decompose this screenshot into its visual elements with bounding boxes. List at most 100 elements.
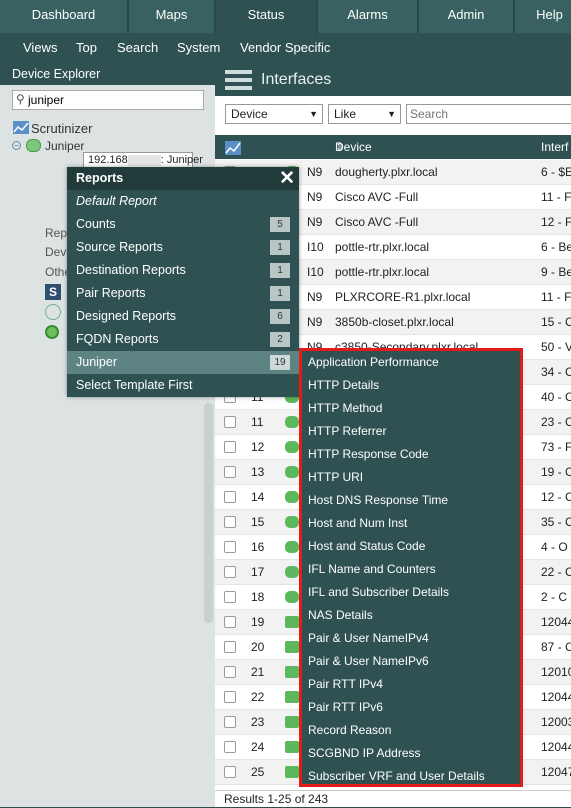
row-interface[interactable]: 12044 xyxy=(541,735,571,760)
tab-dashboard[interactable]: Dashboard xyxy=(0,0,128,33)
col-interface[interactable]: Interf xyxy=(541,135,568,159)
row-interface[interactable]: 12047 xyxy=(541,760,571,785)
close-icon[interactable]: ✕ xyxy=(279,167,295,190)
row-interface[interactable]: 73 - F xyxy=(541,435,571,460)
device-search-input[interactable] xyxy=(28,92,198,108)
row-checkbox[interactable] xyxy=(224,741,236,753)
row-device[interactable]: dougherty.plxr.local xyxy=(335,160,438,185)
juniper-report-item[interactable]: HTTP URI xyxy=(308,466,363,489)
row-device[interactable]: 3850b-closet.plxr.local xyxy=(335,310,454,335)
reports-menu-item[interactable]: Select Template First xyxy=(67,374,299,397)
row-checkbox[interactable] xyxy=(224,766,236,778)
juniper-report-item[interactable]: NAS Details xyxy=(308,604,373,627)
row-checkbox[interactable] xyxy=(224,591,236,603)
row-interface[interactable]: 40 - C xyxy=(541,385,571,410)
row-interface[interactable]: 11 - F xyxy=(541,185,571,210)
row-interface[interactable]: 12 - F xyxy=(541,210,571,235)
chart-icon[interactable] xyxy=(225,139,241,155)
juniper-report-item[interactable]: Pair RTT IPv6 xyxy=(308,696,383,719)
row-checkbox[interactable] xyxy=(224,566,236,578)
juniper-report-item[interactable]: HTTP Response Code xyxy=(308,443,429,466)
subnav-top[interactable]: Top xyxy=(76,33,97,63)
row-interface[interactable]: 15 - C xyxy=(541,310,571,335)
reports-menu-item[interactable]: Destination Reports 1 xyxy=(67,259,299,282)
subnav-vendor-specific[interactable]: Vendor Specific xyxy=(240,33,330,63)
row-interface[interactable]: 35 - C xyxy=(541,510,571,535)
row-interface[interactable]: 4 - O xyxy=(541,535,568,560)
menu-icon[interactable] xyxy=(225,70,252,90)
row-checkbox[interactable] xyxy=(224,541,236,553)
row-interface[interactable]: 9 - Be xyxy=(541,260,571,285)
collapse-icon[interactable]: − xyxy=(12,141,21,150)
tree-child-devices[interactable]: Devi xyxy=(45,245,69,259)
row-checkbox[interactable] xyxy=(224,616,236,628)
row-checkbox[interactable] xyxy=(224,491,236,503)
row-interface[interactable]: 12 - C xyxy=(541,485,571,510)
reports-menu-item[interactable]: FQDN Reports 2 xyxy=(67,328,299,351)
juniper-report-item[interactable]: Host DNS Response Time xyxy=(308,489,448,512)
reports-menu-item[interactable]: Juniper 19 xyxy=(67,351,299,374)
row-checkbox[interactable] xyxy=(224,666,236,678)
row-interface[interactable]: 2 - C xyxy=(541,585,567,610)
row-interface[interactable]: 19 - C xyxy=(541,460,571,485)
row-checkbox[interactable] xyxy=(224,691,236,703)
juniper-report-item[interactable]: Pair & User NameIPv4 xyxy=(308,627,429,650)
row-device[interactable]: pottle-rtr.plxr.local xyxy=(335,260,429,285)
row-interface[interactable]: 22 - C xyxy=(541,560,571,585)
subnav-views[interactable]: Views xyxy=(23,33,57,63)
row-interface[interactable]: 6 - Be xyxy=(541,235,571,260)
juniper-report-item[interactable]: HTTP Referrer xyxy=(308,420,386,443)
tab-maps[interactable]: Maps xyxy=(129,0,215,33)
reports-menu-item[interactable]: Designed Reports 6 xyxy=(67,305,299,328)
row-device[interactable]: PLXRCORE-R1.plxr.local xyxy=(335,285,470,310)
row-interface[interactable]: 12010 xyxy=(541,660,571,685)
reports-menu-item[interactable]: Default Report xyxy=(67,190,299,213)
sort-icon[interactable]: ⇕ xyxy=(335,135,345,159)
row-checkbox[interactable] xyxy=(224,416,236,428)
row-interface[interactable]: 6 - $E xyxy=(541,160,571,185)
row-interface[interactable]: 50 - V xyxy=(541,335,571,360)
row-device[interactable]: Cisco AVC -Full xyxy=(335,210,418,235)
juniper-report-item[interactable]: Pair & User NameIPv6 xyxy=(308,650,429,673)
row-interface[interactable]: 12044 xyxy=(541,610,571,635)
tab-alarms[interactable]: Alarms xyxy=(318,0,418,33)
juniper-report-item[interactable]: IFL and Subscriber Details xyxy=(308,581,449,604)
juniper-report-item[interactable]: Subscriber VRF and User Details xyxy=(308,765,485,788)
row-checkbox[interactable] xyxy=(224,466,236,478)
reports-menu-item[interactable]: Source Reports 1 xyxy=(67,236,299,259)
row-interface[interactable]: 23 - C xyxy=(541,410,571,435)
juniper-report-item[interactable]: IFL Name and Counters xyxy=(308,558,436,581)
tab-admin[interactable]: Admin xyxy=(419,0,514,33)
juniper-report-item[interactable]: HTTP Method xyxy=(308,397,382,420)
subnav-search[interactable]: Search xyxy=(117,33,158,63)
tree-root-label[interactable]: Scrutinizer xyxy=(31,121,92,136)
row-device[interactable]: Cisco AVC -Full xyxy=(335,185,418,210)
filter-field-select[interactable]: Device ▼ xyxy=(225,104,323,124)
row-interface[interactable]: 12003 xyxy=(541,710,571,735)
tree-child-reports[interactable]: Rep xyxy=(45,226,67,240)
juniper-report-item[interactable]: Host and Status Code xyxy=(308,535,425,558)
juniper-report-item[interactable]: Application Performance xyxy=(308,351,439,374)
row-checkbox[interactable] xyxy=(224,441,236,453)
row-checkbox[interactable] xyxy=(224,641,236,653)
device-search[interactable]: ⚲ xyxy=(12,90,204,110)
row-device[interactable]: pottle-rtr.plxr.local xyxy=(335,235,429,260)
juniper-report-item[interactable]: Host and Num Inst xyxy=(308,512,407,535)
reports-menu-item[interactable]: Pair Reports 1 xyxy=(67,282,299,305)
row-checkbox[interactable] xyxy=(224,716,236,728)
juniper-report-item[interactable]: Pair RTT IPv4 xyxy=(308,673,383,696)
row-interface[interactable]: 87 - C xyxy=(541,635,571,660)
row-interface[interactable]: 11 - F xyxy=(541,285,571,310)
juniper-report-item[interactable]: SCGBND IP Address xyxy=(308,742,421,765)
row-interface[interactable]: 34 - C xyxy=(541,360,571,385)
tab-status[interactable]: Status xyxy=(216,0,317,33)
reports-menu-item[interactable]: Counts 5 xyxy=(67,213,299,236)
subnav-system[interactable]: System xyxy=(177,33,220,63)
tab-help[interactable]: Help xyxy=(515,0,571,33)
juniper-report-item[interactable]: Record Reason xyxy=(308,719,391,742)
row-checkbox[interactable] xyxy=(224,516,236,528)
search-input[interactable] xyxy=(406,104,571,124)
filter-op-select[interactable]: Like ▼ xyxy=(328,104,401,124)
tree-node-juniper[interactable]: Juniper xyxy=(45,139,84,153)
sidebar-scrollbar[interactable] xyxy=(204,403,213,623)
